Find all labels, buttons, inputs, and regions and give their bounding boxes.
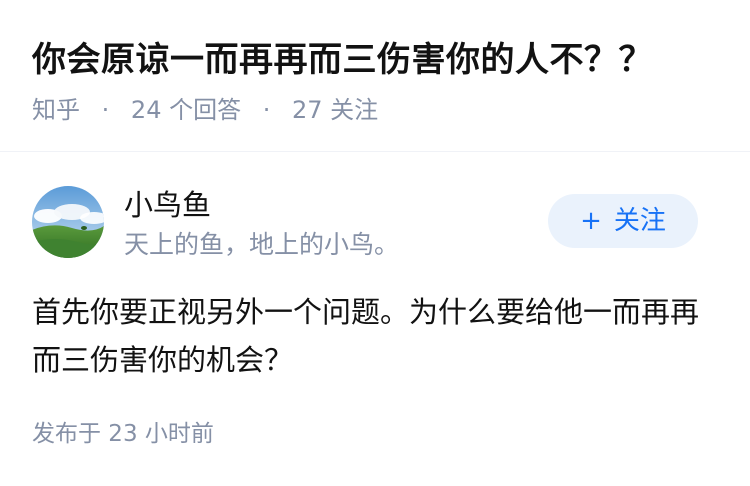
author-bio: 天上的鱼，地上的小鸟。 bbox=[124, 230, 400, 259]
meta-separator: · bbox=[101, 96, 110, 124]
question-meta: 知乎 · 24 个回答 · 27 关注 bbox=[32, 94, 378, 126]
answer-timestamp: 发布于 23 小时前 bbox=[32, 421, 214, 447]
meta-separator: · bbox=[262, 96, 271, 124]
zhihu-answer-page: 你会原谅一而再再而三伤害你的人不？？ 知乎 · 24 个回答 · 27 关注 小… bbox=[0, 0, 750, 486]
answer-count[interactable]: 24 个回答 bbox=[131, 94, 241, 126]
question-source[interactable]: 知乎 bbox=[32, 94, 80, 126]
author-avatar[interactable] bbox=[32, 186, 104, 258]
question-title[interactable]: 你会原谅一而再再而三伤害你的人不？？ bbox=[32, 38, 653, 82]
follow-button[interactable]: + 关注 bbox=[548, 194, 698, 248]
answer-content[interactable]: 首先你要正视另外一个问题。为什么要给他一而再再而三伤害你的机会？ bbox=[32, 288, 722, 384]
author-name[interactable]: 小鸟鱼 bbox=[124, 186, 211, 224]
question-header: 你会原谅一而再再而三伤害你的人不？？ 知乎 · 24 个回答 · 27 关注 bbox=[0, 0, 750, 152]
follow-button-label: 关注 bbox=[613, 206, 666, 236]
answer-card: 小鸟鱼 天上的鱼，地上的小鸟。 + 关注 首先你要正视另外一个问题。为什么要给他一… bbox=[0, 152, 750, 486]
plus-icon: + bbox=[580, 206, 602, 236]
follow-count: 27 关注 bbox=[292, 96, 379, 124]
landscape-avatar-icon bbox=[32, 186, 104, 258]
